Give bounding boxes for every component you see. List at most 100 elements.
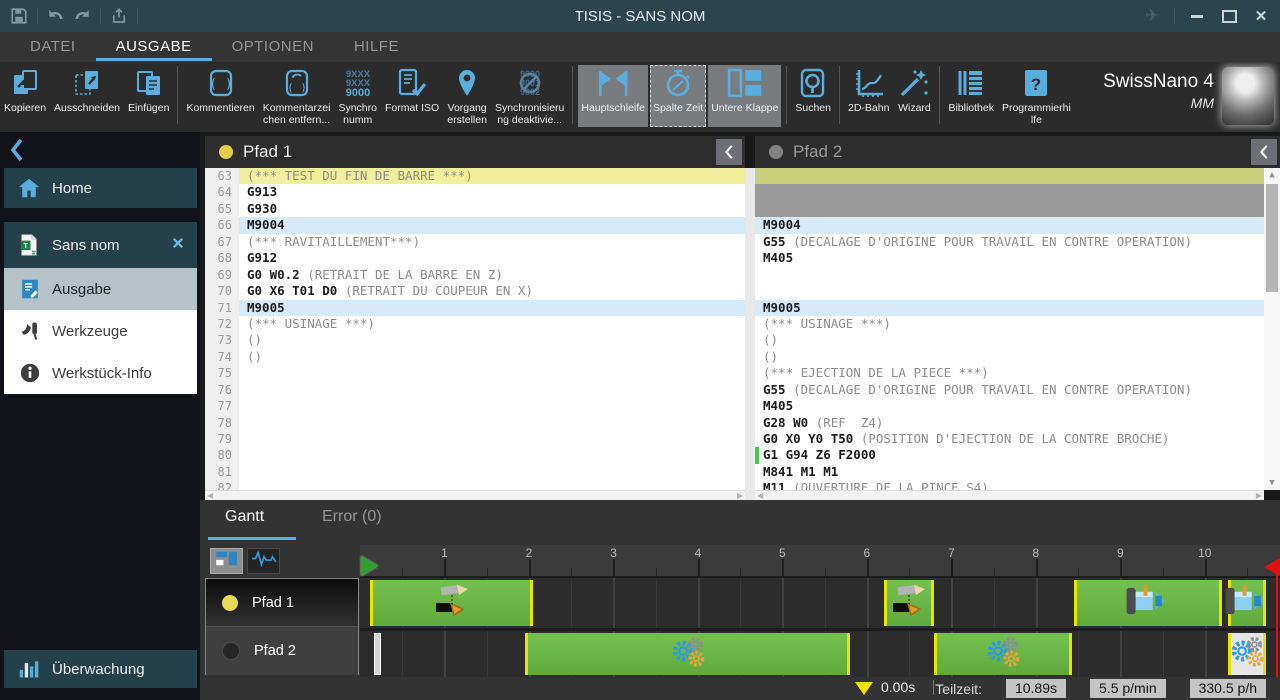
maximize-button[interactable] [1216,5,1242,27]
ribbon-button-library[interactable]: Bibliothek [945,65,997,115]
path2-vscrollbar[interactable]: ▲ ▼ [1264,168,1280,490]
code-line[interactable]: G28 W0 (REF Z4) [755,415,1280,431]
gantt-row-label-2[interactable]: Pfad 2 [206,627,358,675]
code-line[interactable]: G55 (DECALAGE D'ORIGINE POUR TRAVAIL EN … [755,234,1280,250]
sidebar-item-werkstckinfo[interactable]: Werkstück-Info [4,352,197,394]
gantt-bar[interactable] [1228,633,1266,675]
scroll-down-icon[interactable]: ▼ [1264,476,1280,490]
ribbon-button-mainloop[interactable]: Hauptschleife [578,65,648,127]
code-line[interactable]: 73() [205,332,745,348]
scroll-right-icon[interactable]: ▶ [1254,491,1264,500]
code-line[interactable] [755,283,1280,299]
ribbon-button-chart2d[interactable]: 2D-Bahn [845,65,892,115]
ribbon-button-pin[interactable]: Vorgang erstellen [444,65,490,128]
code-line[interactable]: 80 [205,447,745,463]
code-line[interactable] [755,168,1280,184]
code-line[interactable] [755,267,1280,283]
code-line[interactable]: () [755,332,1280,348]
code-line[interactable]: M405 [755,250,1280,266]
sidebar-item-werkzeuge[interactable]: Werkzeuge [4,310,197,352]
gantt-bar[interactable] [374,633,381,675]
sidebar-item-ausgabe[interactable]: Ausgabe [4,268,197,310]
code-line[interactable]: 74() [205,349,745,365]
code-line[interactable]: 69G0 W0.2 (RETRAIT DE LA BARRE EN Z) [205,267,745,283]
gantt-bar[interactable] [370,580,533,626]
code-line[interactable]: 68G912 [205,250,745,266]
path1-hscrollbar[interactable]: ◀ ▶ [205,490,745,500]
ribbon-button-comment[interactable]: ( )Kommentieren [183,65,257,115]
menu-item-ausgabe[interactable]: AUSGABE [96,33,212,61]
sidebar-item-project[interactable]: TSans nom [4,222,197,268]
code-line[interactable]: 65G930 [205,201,745,217]
path2-hscrollbar[interactable]: ◀ ▶ [755,490,1264,500]
code-line[interactable]: 78 [205,415,745,431]
code-line[interactable]: 70G0 X6 T01 D0 (RETRAIT DU COUPEUR EN X) [205,283,745,299]
gantt-bar[interactable] [1228,580,1266,626]
code-line[interactable]: G1 G94 Z6 F2000 [755,447,1280,463]
scrollbar-thumb[interactable] [1266,184,1278,292]
code-line[interactable]: 67(*** RAVITAILLEMENT***) [205,234,745,250]
code-line[interactable]: 72(*** USINAGE ***) [205,316,745,332]
ribbon-button-paste[interactable]: Einfügen [125,65,172,115]
code-line[interactable]: (*** USINAGE ***) [755,316,1280,332]
sidebar-item-home[interactable]: Home [4,168,197,208]
airplane-icon[interactable]: ✈ [1139,5,1165,27]
collapse-right-icon[interactable] [1251,139,1277,165]
collapse-left-icon[interactable] [716,139,742,165]
code-line[interactable]: 81 [205,464,745,480]
sidebar-item-ueberwachung[interactable]: Überwachung [4,650,197,688]
code-line[interactable]: 66M9004 [205,217,745,233]
ribbon-button-wand[interactable]: Wizard [894,65,934,115]
sidebar-collapse-button[interactable] [8,138,34,164]
ribbon-button-syncnum[interactable]: 9XXX9XXX9000Synchro numm [335,65,380,128]
menu-item-datei[interactable]: DATEI [10,33,96,61]
code-line[interactable]: M9004 [755,217,1280,233]
code-line[interactable]: 82 [205,480,745,490]
code-line[interactable]: 71M9005 [205,300,745,316]
ribbon-button-uncomment[interactable]: ( )Kommentarzei chen entfern... [260,65,334,128]
code-line[interactable]: G0 X0 Y0 T50 (POSITION D'EJECTION DE LA … [755,431,1280,447]
code-line[interactable]: 79 [205,431,745,447]
path2-code-editor[interactable]: M9004G55 (DECALAGE D'ORIGINE POUR TRAVAI… [755,168,1280,490]
code-line[interactable]: (*** EJECTION DE LA PIECE ***) [755,365,1280,381]
code-line[interactable]: 77 [205,398,745,414]
ribbon-button-search[interactable]: Suchen [792,65,834,115]
wave-view-button[interactable] [247,548,280,574]
code-line[interactable]: M405 [755,398,1280,414]
code-line[interactable]: 63(*** TEST DU FIN DE BARRE ***) [205,168,745,184]
scroll-left-icon[interactable]: ◀ [755,491,765,500]
time-cursor-icon[interactable] [855,682,873,695]
gantt-bar[interactable] [525,633,850,675]
code-line[interactable]: M841 M1 M1 [755,464,1280,480]
code-line[interactable]: M9005 [755,300,1280,316]
machine-selector[interactable]: SwissNano 4MM [1103,65,1280,125]
path1-code-editor[interactable]: 63(*** TEST DU FIN DE BARRE ***)64G91365… [205,168,745,490]
code-line[interactable]: M11 (OUVERTURE DE LA PINCE S4) [755,480,1280,490]
code-line[interactable]: () [755,349,1280,365]
scroll-right-icon[interactable]: ▶ [735,491,745,500]
gantt-bar[interactable] [884,580,935,626]
code-line[interactable] [755,201,1280,217]
gantt-row-label-1[interactable]: Pfad 1 [206,579,358,627]
tab-gantt[interactable]: Gantt [225,508,264,526]
code-line[interactable] [755,184,1280,200]
close-icon[interactable] [171,236,185,254]
menu-item-optionen[interactable]: OPTIONEN [212,33,334,61]
ribbon-button-stopwatch[interactable]: Spalte Zeit [650,65,706,127]
code-line[interactable]: G55 (DECALAGE D'ORIGINE POUR TRAVAIL EN … [755,382,1280,398]
ribbon-button-syncoff[interactable]: 900090019002Synchronisieru ng deaktivie.… [492,65,567,128]
ribbon-button-formatiso[interactable]: Format ISO [382,65,442,115]
code-line[interactable]: 76 [205,382,745,398]
gantt-bar[interactable] [1074,580,1222,626]
code-line[interactable]: 75 [205,365,745,381]
scroll-left-icon[interactable]: ◀ [205,491,215,500]
ribbon-button-copy[interactable]: Kopieren [1,65,49,115]
gantt-view-button[interactable] [210,548,243,574]
code-line[interactable]: 64G913 [205,184,745,200]
ribbon-button-cut[interactable]: Ausschneiden [51,65,123,115]
close-button[interactable]: ✕ [1248,5,1274,27]
ribbon-button-help[interactable]: ?Programmierhi lfe [999,65,1074,128]
playhead-marker[interactable] [361,556,378,576]
minimize-button[interactable] [1184,5,1210,27]
tab-error[interactable]: Error (0) [322,508,382,526]
